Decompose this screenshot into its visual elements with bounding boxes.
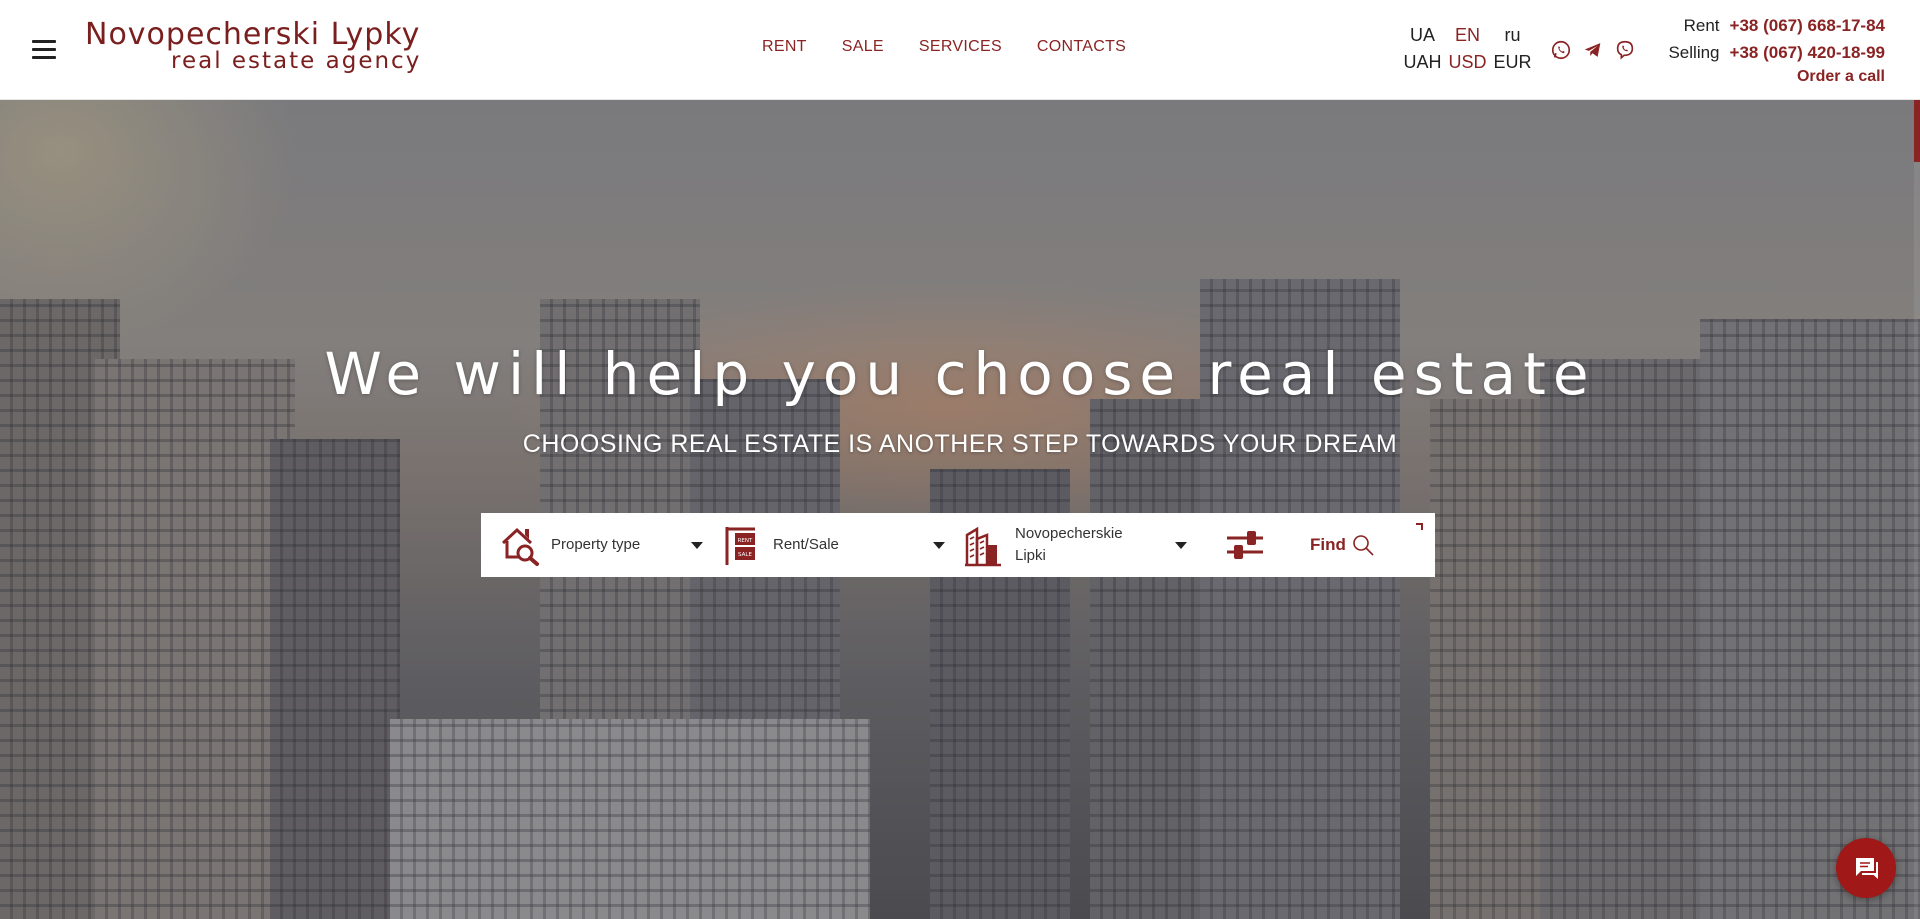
property-type-label: Property type [551, 536, 641, 553]
chevron-down-icon [1175, 542, 1187, 549]
chevron-down-icon [691, 542, 703, 549]
search-icon [1353, 535, 1374, 556]
location-label: Novopecherskie Lipki [1015, 525, 1123, 564]
selling-phone-label: Selling [1668, 43, 1720, 62]
currency-switcher: UAH USD EUR [1400, 49, 1535, 76]
find-label: Find [1310, 535, 1346, 554]
site-header: Novopecherski Lypky real estate agency R… [0, 0, 1920, 100]
corner-marker [1416, 523, 1423, 530]
filters-button[interactable] [1215, 513, 1275, 577]
rent-sale-select[interactable]: RENT SALE Rent/Sale [703, 513, 945, 577]
lang-en[interactable]: EN [1445, 22, 1490, 49]
nav-services[interactable]: SERVICES [919, 38, 1002, 56]
hero-title: We will help you choose real estate [324, 340, 1596, 408]
viber-icon[interactable] [1614, 39, 1636, 61]
messenger-links [1550, 39, 1636, 61]
find-button[interactable]: Find [1310, 533, 1375, 557]
property-search-bar: Property type RENT SALE Rent/Sale Novope… [481, 513, 1435, 577]
rent-sale-label: Rent/Sale [773, 536, 839, 553]
contact-phones: Rent +38 (067) 668-17-84 Selling +38 (06… [1650, 12, 1885, 88]
location-select[interactable]: Novopecherskie Lipki [945, 513, 1187, 577]
nav-sale[interactable]: SALE [842, 38, 884, 56]
hero-section: We will help you choose real estate CHOO… [0, 100, 1920, 919]
order-call-link[interactable]: Order a call [1650, 66, 1885, 88]
lang-ua[interactable]: UA [1400, 22, 1445, 49]
logo[interactable]: Novopecherski Lypky real estate agency [85, 17, 445, 74]
language-switcher: UA EN ru [1400, 22, 1535, 49]
rent-phone-label: Rent [1683, 16, 1720, 35]
rent-sale-sign-icon: RENT SALE [725, 527, 755, 565]
logo-title: Novopecherski Lypky [85, 17, 421, 52]
currency-eur[interactable]: EUR [1490, 49, 1535, 76]
scrollbar-thumb[interactable] [1914, 100, 1920, 162]
selling-phone-number[interactable]: +38 (067) 420-18-99 [1730, 39, 1885, 66]
currency-uah[interactable]: UAH [1400, 49, 1445, 76]
svg-text:RENT: RENT [738, 538, 753, 544]
property-type-select[interactable]: Property type [481, 513, 703, 577]
buildings-icon [965, 526, 1001, 567]
chat-icon [1856, 858, 1878, 879]
rent-phone-row: Rent +38 (067) 668-17-84 [1650, 12, 1885, 39]
page-scrollbar[interactable] [1914, 100, 1920, 919]
chevron-down-icon [933, 542, 945, 549]
sliders-icon [1227, 531, 1263, 559]
hero-dim-overlay [0, 100, 1920, 919]
nav-contacts[interactable]: CONTACTS [1037, 38, 1126, 56]
svg-text:SALE: SALE [738, 552, 752, 558]
whatsapp-icon[interactable] [1550, 39, 1572, 61]
telegram-icon[interactable] [1582, 39, 1604, 61]
rent-phone-number[interactable]: +38 (067) 668-17-84 [1730, 12, 1885, 39]
language-currency-switcher: UA EN ru UAH USD EUR [1400, 22, 1535, 76]
chat-button[interactable] [1836, 838, 1896, 898]
main-nav: RENT SALE SERVICES CONTACTS [762, 38, 1126, 56]
hero-subtitle: CHOOSING REAL ESTATE IS ANOTHER STEP TOW… [522, 430, 1398, 458]
logo-subtitle: real estate agency [171, 48, 422, 74]
lang-ru[interactable]: ru [1490, 22, 1535, 49]
house-search-icon [501, 527, 539, 566]
nav-rent[interactable]: RENT [762, 38, 807, 56]
selling-phone-row: Selling +38 (067) 420-18-99 [1650, 39, 1885, 66]
menu-icon[interactable] [32, 40, 56, 60]
currency-usd[interactable]: USD [1445, 49, 1490, 76]
